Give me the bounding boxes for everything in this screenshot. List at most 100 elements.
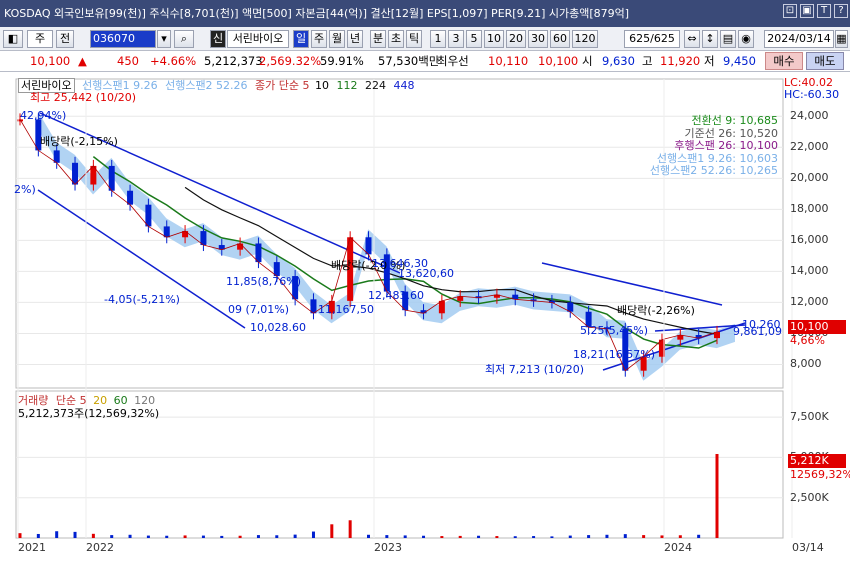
volume-bar xyxy=(697,534,701,538)
chart-annotation: 10,028.60 xyxy=(250,321,306,334)
mode-button[interactable]: 전 xyxy=(56,30,74,48)
candle-body xyxy=(108,165,115,191)
volume-bar xyxy=(568,535,572,538)
volume-bar xyxy=(550,536,554,538)
stock-code-input[interactable]: 036070 xyxy=(90,30,156,48)
calendar-icon[interactable]: ▦ xyxy=(835,30,848,48)
price-axis-label: 22,000 xyxy=(790,140,829,154)
chart-annotation: 5,25(5,45%) xyxy=(580,324,649,337)
ma-line-green xyxy=(92,156,718,349)
chart-annotation: 2%) xyxy=(14,183,36,196)
volume-bar xyxy=(422,535,426,538)
low-value: 9,450 xyxy=(723,54,756,68)
period-week-button[interactable]: 주 xyxy=(311,30,327,48)
market-kind-select[interactable]: 주 xyxy=(27,30,53,48)
high-note: 최고 25,442 (10/20) xyxy=(30,91,137,104)
candle-body xyxy=(72,162,79,185)
volume-axis-label: 2,500K xyxy=(790,490,829,504)
volume-bar xyxy=(293,534,297,538)
window-button-help[interactable]: ? xyxy=(834,4,848,18)
price-tag-percent: 4,66% xyxy=(790,334,825,347)
volume-bar xyxy=(642,535,646,538)
low-label: 저 xyxy=(704,54,715,68)
volume-bar xyxy=(330,524,334,538)
interval-3-button[interactable]: 3 xyxy=(448,30,464,48)
legend-ma112: 112 xyxy=(336,79,358,92)
volume-bar xyxy=(110,535,114,538)
high-label: 고 xyxy=(642,54,653,68)
interval-20-button[interactable]: 20 xyxy=(506,30,526,48)
period-minute-button[interactable]: 분 xyxy=(370,30,386,48)
volume-bar xyxy=(220,535,224,538)
volume-axis-label: 7,500K xyxy=(790,410,829,424)
code-dropdown-icon[interactable]: ▾ xyxy=(157,30,171,48)
trend-line-lower xyxy=(37,189,246,329)
chart-area[interactable]: 서린바이오 선행스팬1 9.26 선행스팬2 52.26 종가 단순 5 10 … xyxy=(0,73,850,561)
chart-toolbar: ◧ 주 전 036070 ▾ ⌕ 신 서린바이오 일 주 월 년 분 초 틱 1… xyxy=(0,27,850,51)
volume-percent: 2,569.32% xyxy=(259,54,322,68)
legend-ma-label: 종가 단순 5 xyxy=(255,79,310,92)
change-arrow: ▲ xyxy=(78,54,87,68)
price-axis-label: 18,000 xyxy=(790,202,829,216)
volume-bar xyxy=(128,534,132,538)
price-axis-label: 16,000 xyxy=(790,233,829,247)
chart-annotation: 9,861,09 xyxy=(733,325,782,338)
ichimoku-legend-item: 후행스팬 26: 10,100 xyxy=(674,139,778,152)
volume-bar xyxy=(311,531,315,538)
period-year-button[interactable]: 년 xyxy=(347,30,363,48)
volume-bar xyxy=(513,536,517,538)
interval-1-button[interactable]: 1 xyxy=(430,30,446,48)
chart-annotation: 12,483.60 xyxy=(368,289,424,302)
zoom-icon[interactable]: ⇔ xyxy=(684,30,700,48)
settings-icon[interactable]: ◉ xyxy=(738,30,754,48)
volume-bar xyxy=(715,453,719,538)
window-button-restore[interactable]: ⊡ xyxy=(783,4,797,18)
volume-value: 5,212,373 xyxy=(204,54,263,68)
data-count-field[interactable]: 625/625 xyxy=(624,30,680,48)
price-axis-label: 14,000 xyxy=(790,264,829,278)
chart-annotation: -4,05(-5,21%) xyxy=(104,293,180,306)
low-note: 최저 7,213 (10/20) xyxy=(485,363,585,376)
period-day-button[interactable]: 일 xyxy=(293,30,309,48)
legend-ma10: 10 xyxy=(315,79,330,92)
chart-annotation: 13,620,60 xyxy=(398,267,454,280)
volume-bar xyxy=(256,535,260,538)
period-month-button[interactable]: 월 xyxy=(329,30,345,48)
interval-30-button[interactable]: 30 xyxy=(528,30,548,48)
window-button-maximize[interactable]: ▣ xyxy=(800,4,814,18)
best-label: 최우선 xyxy=(437,54,469,68)
high-value: 11,920 xyxy=(660,54,701,68)
buy-button[interactable]: 매수 xyxy=(765,52,803,70)
volume-bar xyxy=(367,534,370,538)
layout-icon[interactable]: ◧ xyxy=(3,30,23,48)
volume-bar xyxy=(165,535,169,538)
volume-bar xyxy=(403,535,407,538)
volume-bar xyxy=(73,531,77,538)
volume-bar xyxy=(183,535,187,538)
volume-tag-percent: 12569,32% xyxy=(790,468,850,481)
date-axis-label: 03/14 xyxy=(792,541,824,554)
candle-body xyxy=(255,243,262,263)
interval-120-button[interactable]: 120 xyxy=(572,30,598,48)
date-axis-label: 2024 xyxy=(664,541,692,554)
interval-60-button[interactable]: 60 xyxy=(550,30,570,48)
open-label: 시 xyxy=(582,54,593,68)
period-tick-button[interactable]: 틱 xyxy=(406,30,422,48)
save-icon[interactable]: ▤ xyxy=(720,30,736,48)
new-stock-button[interactable]: 신 xyxy=(210,30,226,48)
interval-10-button[interactable]: 10 xyxy=(484,30,504,48)
date-field[interactable]: 2024/03/14 xyxy=(764,30,834,48)
chart-annotation: 11,85(8,76%) xyxy=(226,275,302,288)
interval-5-button[interactable]: 5 xyxy=(466,30,482,48)
sell-button[interactable]: 매도 xyxy=(806,52,844,70)
volume-bar xyxy=(623,534,627,538)
search-icon[interactable]: ⌕ xyxy=(174,30,194,48)
volume-bar xyxy=(660,535,664,538)
best-bid-2: 10,100 xyxy=(538,54,579,68)
current-price: 10,100 xyxy=(30,54,71,68)
date-axis-label: 2023 xyxy=(374,541,402,554)
window-button-font[interactable]: T xyxy=(817,4,831,18)
price-axis-label: 20,000 xyxy=(790,171,829,185)
tool-icon[interactable]: ↕ xyxy=(702,30,718,48)
period-second-button[interactable]: 초 xyxy=(388,30,404,48)
